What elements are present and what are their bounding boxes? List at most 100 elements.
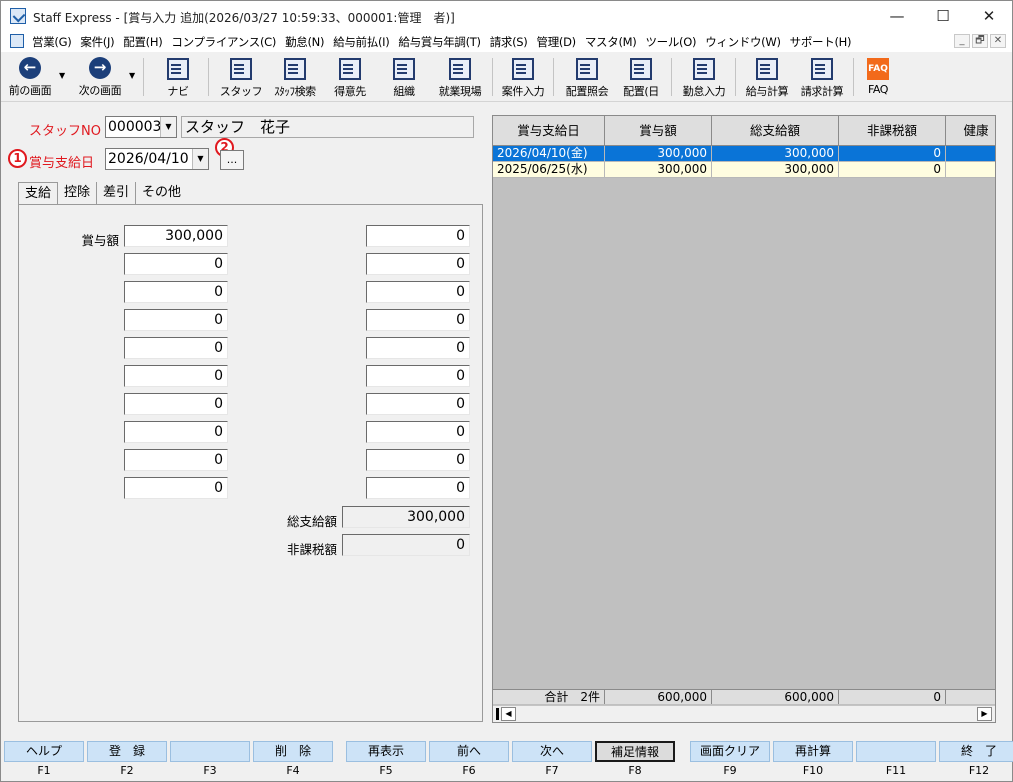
fkey-f1-button[interactable]: ヘルプ: [4, 741, 84, 762]
navi-button[interactable]: ナビ: [155, 55, 201, 99]
chevron-down-icon[interactable]: ▼: [192, 149, 208, 169]
menu-sales[interactable]: 営業(G): [32, 34, 72, 50]
mdi-restore-button[interactable]: 🗗: [972, 34, 988, 48]
payment-field-left[interactable]: 0: [124, 337, 228, 359]
bonus-date-combo[interactable]: 2026/04/10 ▼: [105, 148, 209, 170]
payment-field-right[interactable]: 0: [366, 309, 470, 331]
payment-field-left[interactable]: 0: [124, 253, 228, 275]
fkey-f7-button[interactable]: 次へ: [512, 741, 592, 762]
bonus-amount-field[interactable]: 300,000: [124, 225, 228, 247]
payroll-calc-button[interactable]: 給与計算: [741, 55, 793, 99]
staff-no-combo[interactable]: 000003 ▼: [105, 116, 177, 138]
tab-other[interactable]: その他: [136, 182, 187, 204]
scroll-right-button[interactable]: ▶: [977, 707, 992, 721]
table-row[interactable]: 2026/04/10(金) 300,000 300,000 0: [493, 146, 995, 162]
payment-field-right[interactable]: 0: [366, 449, 470, 471]
billing-calc-label: 請求計算: [800, 85, 844, 98]
fkey-f9-button[interactable]: 画面クリア: [690, 741, 770, 762]
payment-field-right[interactable]: 0: [366, 421, 470, 443]
fkey-f4-button[interactable]: 削 除: [253, 741, 333, 762]
menu-support[interactable]: サポート(H): [790, 34, 852, 50]
payment-field-right[interactable]: 0: [366, 393, 470, 415]
payment-field-right[interactable]: 0: [366, 253, 470, 275]
site-button[interactable]: 就業現場: [433, 55, 487, 99]
fkey-f11-button[interactable]: [856, 741, 936, 762]
horizontal-scrollbar[interactable]: ◀ ▶: [493, 705, 995, 722]
staff-button[interactable]: スタッフ: [217, 55, 265, 99]
payment-field-right[interactable]: 0: [366, 281, 470, 303]
payment-field-left[interactable]: 0: [124, 309, 228, 331]
grid-col-nontax[interactable]: 非課税額: [839, 116, 946, 146]
tab-net[interactable]: 差引: [97, 182, 137, 204]
mdi-minimize-button[interactable]: _: [954, 34, 970, 48]
window-title: Staff Express - [賞与入力 追加(2026/03/27 10:5…: [33, 11, 455, 25]
mdi-child-icon[interactable]: [10, 34, 24, 48]
fkey-f6-button[interactable]: 前へ: [429, 741, 509, 762]
staff-search-button[interactable]: ｽﾀｯﾌ検索: [267, 55, 323, 99]
fkey-f10-button[interactable]: 再計算: [773, 741, 853, 762]
placement-day-button[interactable]: 配置(日: [617, 55, 665, 99]
payment-field-right[interactable]: 0: [366, 225, 470, 247]
next-screen-button[interactable]: → 次の画面: [73, 55, 127, 99]
payment-field-right[interactable]: 0: [366, 477, 470, 499]
fkey-f12-button[interactable]: 終 了: [939, 741, 1013, 762]
payment-field-left[interactable]: 0: [124, 421, 228, 443]
payment-field-left[interactable]: 0: [124, 449, 228, 471]
staff-no-label: スタッフNO: [29, 124, 101, 139]
menu-tools[interactable]: ツール(O): [645, 34, 696, 50]
close-button[interactable]: ✕: [966, 1, 1012, 31]
payment-field-left[interactable]: 0: [124, 477, 228, 499]
minimize-button[interactable]: —: [874, 1, 920, 31]
maximize-button[interactable]: ☐: [920, 1, 966, 31]
menu-advance-pay[interactable]: 給与前払(I): [333, 34, 390, 50]
payment-field-right[interactable]: 0: [366, 337, 470, 359]
menu-billing[interactable]: 請求(S): [490, 34, 528, 50]
org-label: 組織: [393, 85, 415, 98]
fkey-f8-button[interactable]: 補足情報: [595, 741, 675, 762]
org-icon: [393, 58, 415, 80]
prev-screen-button[interactable]: ← 前の画面: [3, 55, 57, 99]
tab-payment[interactable]: 支給: [18, 182, 59, 206]
payment-field-left[interactable]: 0: [124, 393, 228, 415]
table-row[interactable]: 2025/06/25(水) 300,000 300,000 0: [493, 162, 995, 178]
payment-field-left[interactable]: 0: [124, 365, 228, 387]
grid-col-bonus-amount[interactable]: 賞与額: [605, 116, 712, 146]
mdi-close-button[interactable]: ✕: [990, 34, 1006, 48]
menu-placement[interactable]: 配置(H): [123, 34, 162, 50]
menu-compliance[interactable]: コンプライアンス(C): [171, 34, 276, 50]
main-window: Staff Express - [賞与入力 追加(2026/03/27 10:5…: [0, 0, 1013, 782]
grid-col-health[interactable]: 健康: [946, 116, 995, 146]
fkey-f3-label: F3: [203, 764, 217, 777]
faq-button[interactable]: FAQ FAQ: [859, 55, 897, 99]
scroll-left-button[interactable]: ◀: [501, 707, 516, 721]
next-dropdown-icon[interactable]: ▼: [129, 71, 135, 80]
site-label: 就業現場: [438, 85, 482, 98]
fkey-f2-button[interactable]: 登 録: [87, 741, 167, 762]
billing-calc-button[interactable]: 請求計算: [796, 55, 848, 99]
date-picker-button[interactable]: ...: [220, 150, 244, 170]
menu-payroll[interactable]: 給与賞与年調(T): [398, 34, 481, 50]
toolbar-separator: [735, 58, 736, 96]
grid-col-total-pay[interactable]: 総支給額: [712, 116, 839, 146]
app-icon: [10, 8, 26, 24]
tab-deduction[interactable]: 控除: [58, 182, 98, 204]
menu-admin[interactable]: 管理(D): [537, 34, 577, 50]
attendance-input-button[interactable]: 勤怠入力: [677, 55, 731, 99]
fkey-f8-label: F8: [628, 764, 642, 777]
menu-master[interactable]: マスタ(M): [585, 34, 637, 50]
org-button[interactable]: 組織: [381, 55, 427, 99]
payment-field-left[interactable]: 0: [124, 281, 228, 303]
fkey-f5-button[interactable]: 再表示: [346, 741, 426, 762]
case-input-button[interactable]: 案件入力: [497, 55, 549, 99]
client-button[interactable]: 得意先: [327, 55, 373, 99]
menu-window[interactable]: ウィンドウ(W): [705, 34, 781, 50]
scroll-thumb[interactable]: [496, 708, 499, 720]
grid-col-bonus-date[interactable]: 賞与支給日: [493, 116, 605, 146]
fkey-f3-button[interactable]: [170, 741, 250, 762]
menu-case[interactable]: 案件(J): [80, 34, 114, 50]
prev-dropdown-icon[interactable]: ▼: [59, 71, 65, 80]
menu-attendance[interactable]: 勤怠(N): [285, 34, 324, 50]
placement-inquiry-button[interactable]: 配置照会: [561, 55, 613, 99]
chevron-down-icon[interactable]: ▼: [160, 117, 176, 137]
payment-field-right[interactable]: 0: [366, 365, 470, 387]
